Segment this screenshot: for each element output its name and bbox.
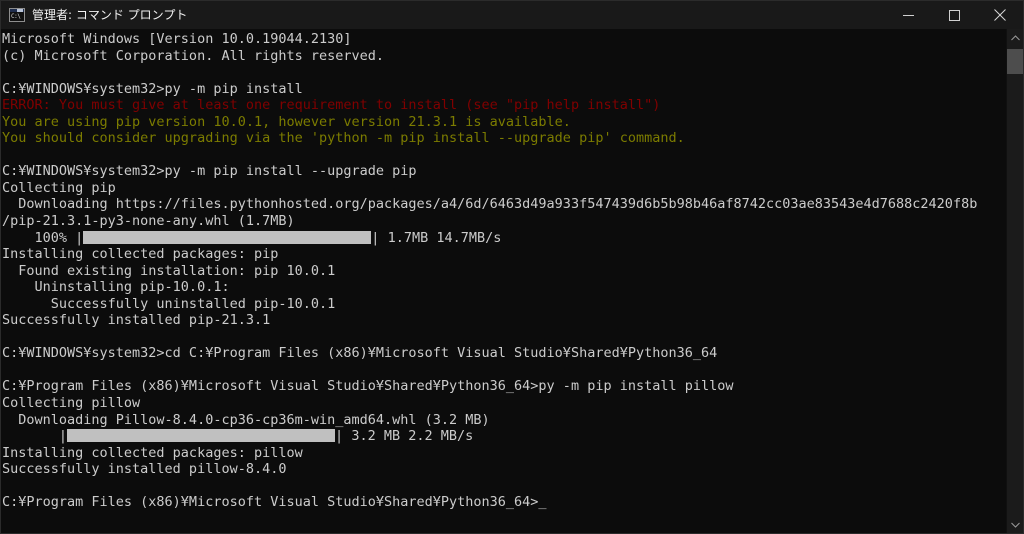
chevron-up-icon [1010, 34, 1020, 40]
scroll-up-button[interactable] [1007, 29, 1023, 46]
progress-bracket-left: | [75, 229, 84, 246]
terminal-line: Found existing installation: pip 10.0.1 [2, 262, 336, 279]
terminal-line: /pip-21.3.1-py3-none-any.whl (1.7MB) [2, 213, 295, 230]
terminal-line: You should consider upgrading via the 'p… [2, 130, 685, 147]
terminal-line: C:¥WINDOWS¥system32>cd C:¥Program Files … [2, 345, 718, 362]
terminal-line: C:¥WINDOWS¥system32>py -m pip install [2, 80, 303, 97]
progress-bar-fill [67, 429, 336, 443]
window-title: 管理者: コマンド プロンプト [32, 8, 188, 22]
progress-bracket-right: | [335, 428, 344, 445]
terminal-line: C:¥Program Files (x86)¥Microsoft Visual … [2, 378, 734, 395]
terminal-line: Successfully installed pillow-8.4.0 [2, 461, 287, 478]
terminal-line: Collecting pillow [2, 395, 141, 412]
terminal-text: Microsoft Windows [Version 10.0.19044.21… [1, 31, 977, 511]
maximize-icon [948, 9, 960, 21]
minimize-button[interactable] [885, 1, 931, 29]
chevron-down-icon [1010, 522, 1020, 528]
scroll-down-button[interactable] [1007, 516, 1023, 533]
terminal-line: Downloading Pillow-8.4.0-cp36-cp36m-win_… [2, 411, 490, 428]
window-controls [885, 1, 1023, 29]
terminal-line: Downloading https://files.pythonhosted.o… [2, 196, 978, 213]
console-output-area[interactable]: Microsoft Windows [Version 10.0.19044.21… [1, 29, 1023, 533]
console-icon-text: C:\ [10, 12, 24, 21]
terminal-line: (c) Microsoft Corporation. All rights re… [2, 47, 385, 64]
scroll-track[interactable] [1007, 46, 1023, 516]
terminal-line: Successfully installed pip-21.3.1 [2, 312, 271, 329]
progress-stats: 3.2 MB 2.2 MB/s [343, 428, 474, 445]
progress-prefix [2, 428, 59, 444]
terminal-line: | | 3.2 MB 2.2 MB/s [2, 428, 977, 445]
scroll-thumb[interactable] [1007, 49, 1023, 74]
terminal-line: Installing collected packages: pip [2, 246, 279, 263]
vertical-scrollbar[interactable] [1006, 29, 1023, 533]
terminal-line: Collecting pip [2, 179, 116, 196]
progress-bracket-left: | [58, 428, 68, 445]
terminal-line: ERROR: You must give at least one requir… [2, 97, 661, 114]
terminal-line: Successfully uninstalled pip-10.0.1 [2, 295, 336, 312]
maximize-button[interactable] [931, 1, 977, 29]
title-bar[interactable]: C:\ 管理者: コマンド プロンプト [1, 1, 1023, 29]
progress-bar-fill [83, 230, 372, 244]
console-icon: C:\ [9, 7, 25, 23]
minimize-icon [902, 14, 914, 16]
terminal-line: C:¥Program Files (x86)¥Microsoft Visual … [2, 494, 547, 511]
command-prompt-window: C:\ 管理者: コマンド プロンプト Microsoft Windows [V… [0, 0, 1024, 534]
terminal-line: Microsoft Windows [Version 10.0.19044.21… [2, 31, 352, 47]
terminal-line: C:¥WINDOWS¥system32>py -m pip install --… [2, 163, 417, 180]
terminal-line: Installing collected packages: pillow [2, 444, 303, 461]
close-icon [994, 9, 1006, 21]
terminal-line: 100% | | 1.7MB 14.7MB/s [2, 230, 977, 247]
progress-prefix: 100% [2, 229, 76, 246]
progress-stats: 1.7MB 14.7MB/s [379, 229, 502, 246]
terminal-line: You are using pip version 10.0.1, howeve… [2, 113, 571, 130]
terminal-line: Uninstalling pip-10.0.1: [2, 279, 230, 296]
close-button[interactable] [977, 1, 1023, 29]
